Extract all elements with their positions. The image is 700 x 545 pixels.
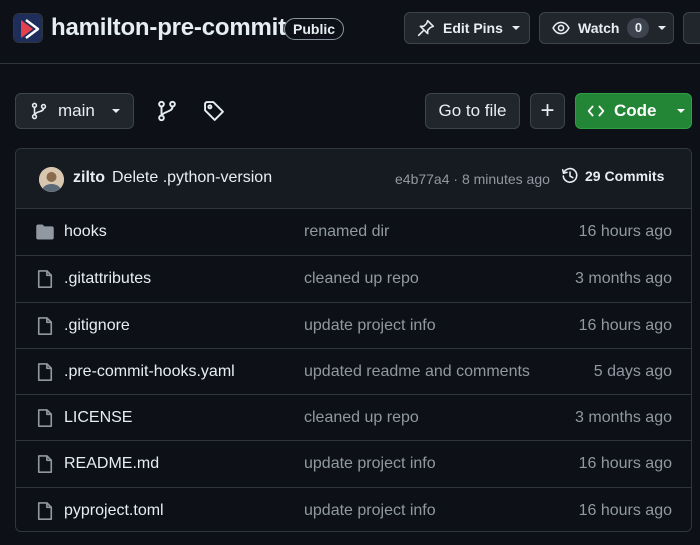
file-commit-time: 16 hours ago xyxy=(578,223,672,240)
file-name[interactable]: .gitattributes xyxy=(64,270,151,288)
file-commit-time: 16 hours ago xyxy=(578,316,672,334)
avatar[interactable] xyxy=(39,167,64,192)
code-icon xyxy=(587,105,605,117)
file-commit-message[interactable]: update project info xyxy=(304,502,436,520)
watch-label: Watch xyxy=(578,20,620,36)
folder-icon xyxy=(35,222,55,242)
chevron-down-icon xyxy=(676,109,685,113)
file-row[interactable]: .gitignore update project info 16 hours ag… xyxy=(16,301,691,348)
file-name[interactable]: .gitignore xyxy=(64,317,130,335)
file-commit-message[interactable]: updated readme and comments xyxy=(304,363,530,381)
branch-selector[interactable]: main xyxy=(15,93,134,129)
file-commit-time: 3 months ago xyxy=(575,270,672,288)
file-commit-message[interactable]: renamed dir xyxy=(304,223,389,241)
hamilton-logo[interactable] xyxy=(13,13,43,43)
file-name[interactable]: pyproject.toml xyxy=(64,502,164,520)
branch-name: main xyxy=(58,101,95,120)
pin-icon xyxy=(417,19,435,37)
commit-meta[interactable]: e4b77a4 · 8 minutes ago xyxy=(395,171,550,187)
file-commit-time: 16 hours ago xyxy=(578,455,672,473)
latest-commit-bar: zilto Delete .python-version e4b77a4 · 8… xyxy=(16,149,691,209)
file-commit-message[interactable]: update project info xyxy=(304,317,436,335)
fork-button[interactable] xyxy=(683,12,700,44)
history-icon xyxy=(561,167,578,183)
file-row[interactable]: .gitattributes cleaned up repo 3 months ag… xyxy=(16,255,691,301)
file-commit-time: 5 days ago xyxy=(593,362,672,380)
file-icon xyxy=(35,269,55,289)
file-commit-message[interactable]: update project info xyxy=(304,455,436,473)
commit-author[interactable]: zilto xyxy=(73,169,105,187)
file-name[interactable]: README.md xyxy=(64,455,159,473)
commits-count: 29 Commits xyxy=(585,168,665,184)
file-icon xyxy=(35,501,55,521)
tag-icon[interactable] xyxy=(203,100,225,122)
file-icon xyxy=(35,408,55,428)
chevron-down-icon xyxy=(658,26,667,30)
repo-header: hamilton-pre-commit Public Edit Pins Wat… xyxy=(0,0,700,64)
edit-pins-label: Edit Pins xyxy=(443,20,503,36)
go-to-file-button[interactable]: Go to file xyxy=(425,93,520,129)
chevron-down-icon xyxy=(511,26,520,30)
file-row[interactable]: README.md update project info 16 hours ago xyxy=(16,440,691,486)
chevron-down-icon xyxy=(111,109,120,113)
file-row[interactable]: .pre-commit-hooks.yaml updated readme and… xyxy=(16,347,691,394)
git-branch-icon[interactable] xyxy=(156,100,178,122)
repo-name[interactable]: hamilton-pre-commit xyxy=(51,14,286,42)
code-button[interactable]: Code xyxy=(575,93,692,129)
watch-count: 0 xyxy=(627,18,650,38)
file-commit-message[interactable]: cleaned up repo xyxy=(304,409,419,427)
file-name[interactable]: LICENSE xyxy=(64,409,132,427)
eye-icon xyxy=(552,21,570,35)
watch-button[interactable]: Watch 0 xyxy=(539,12,674,44)
edit-pins-button[interactable]: Edit Pins xyxy=(404,12,530,44)
file-list: zilto Delete .python-version e4b77a4 · 8… xyxy=(15,148,692,532)
file-row[interactable]: hooks renamed dir 16 hours ago xyxy=(16,209,691,255)
code-label: Code xyxy=(614,101,657,120)
file-icon xyxy=(35,316,55,336)
file-row[interactable]: LICENSE cleaned up repo 3 months ago xyxy=(16,394,691,440)
file-name[interactable]: .pre-commit-hooks.yaml xyxy=(64,363,235,381)
commit-message[interactable]: Delete .python-version xyxy=(112,169,272,187)
file-commit-time: 3 months ago xyxy=(575,409,672,427)
file-commit-time: 16 hours ago xyxy=(578,501,672,519)
file-row[interactable]: pyproject.toml update project info 16 hour… xyxy=(16,486,691,531)
file-icon xyxy=(35,362,55,382)
add-file-button[interactable]: + xyxy=(530,93,565,129)
file-icon xyxy=(35,454,55,474)
file-name[interactable]: hooks xyxy=(64,223,107,241)
file-commit-message[interactable]: cleaned up repo xyxy=(304,270,419,288)
visibility-badge: Public xyxy=(284,18,345,40)
git-branch-icon xyxy=(31,102,47,120)
commits-link[interactable]: 29 Commits xyxy=(561,167,664,185)
